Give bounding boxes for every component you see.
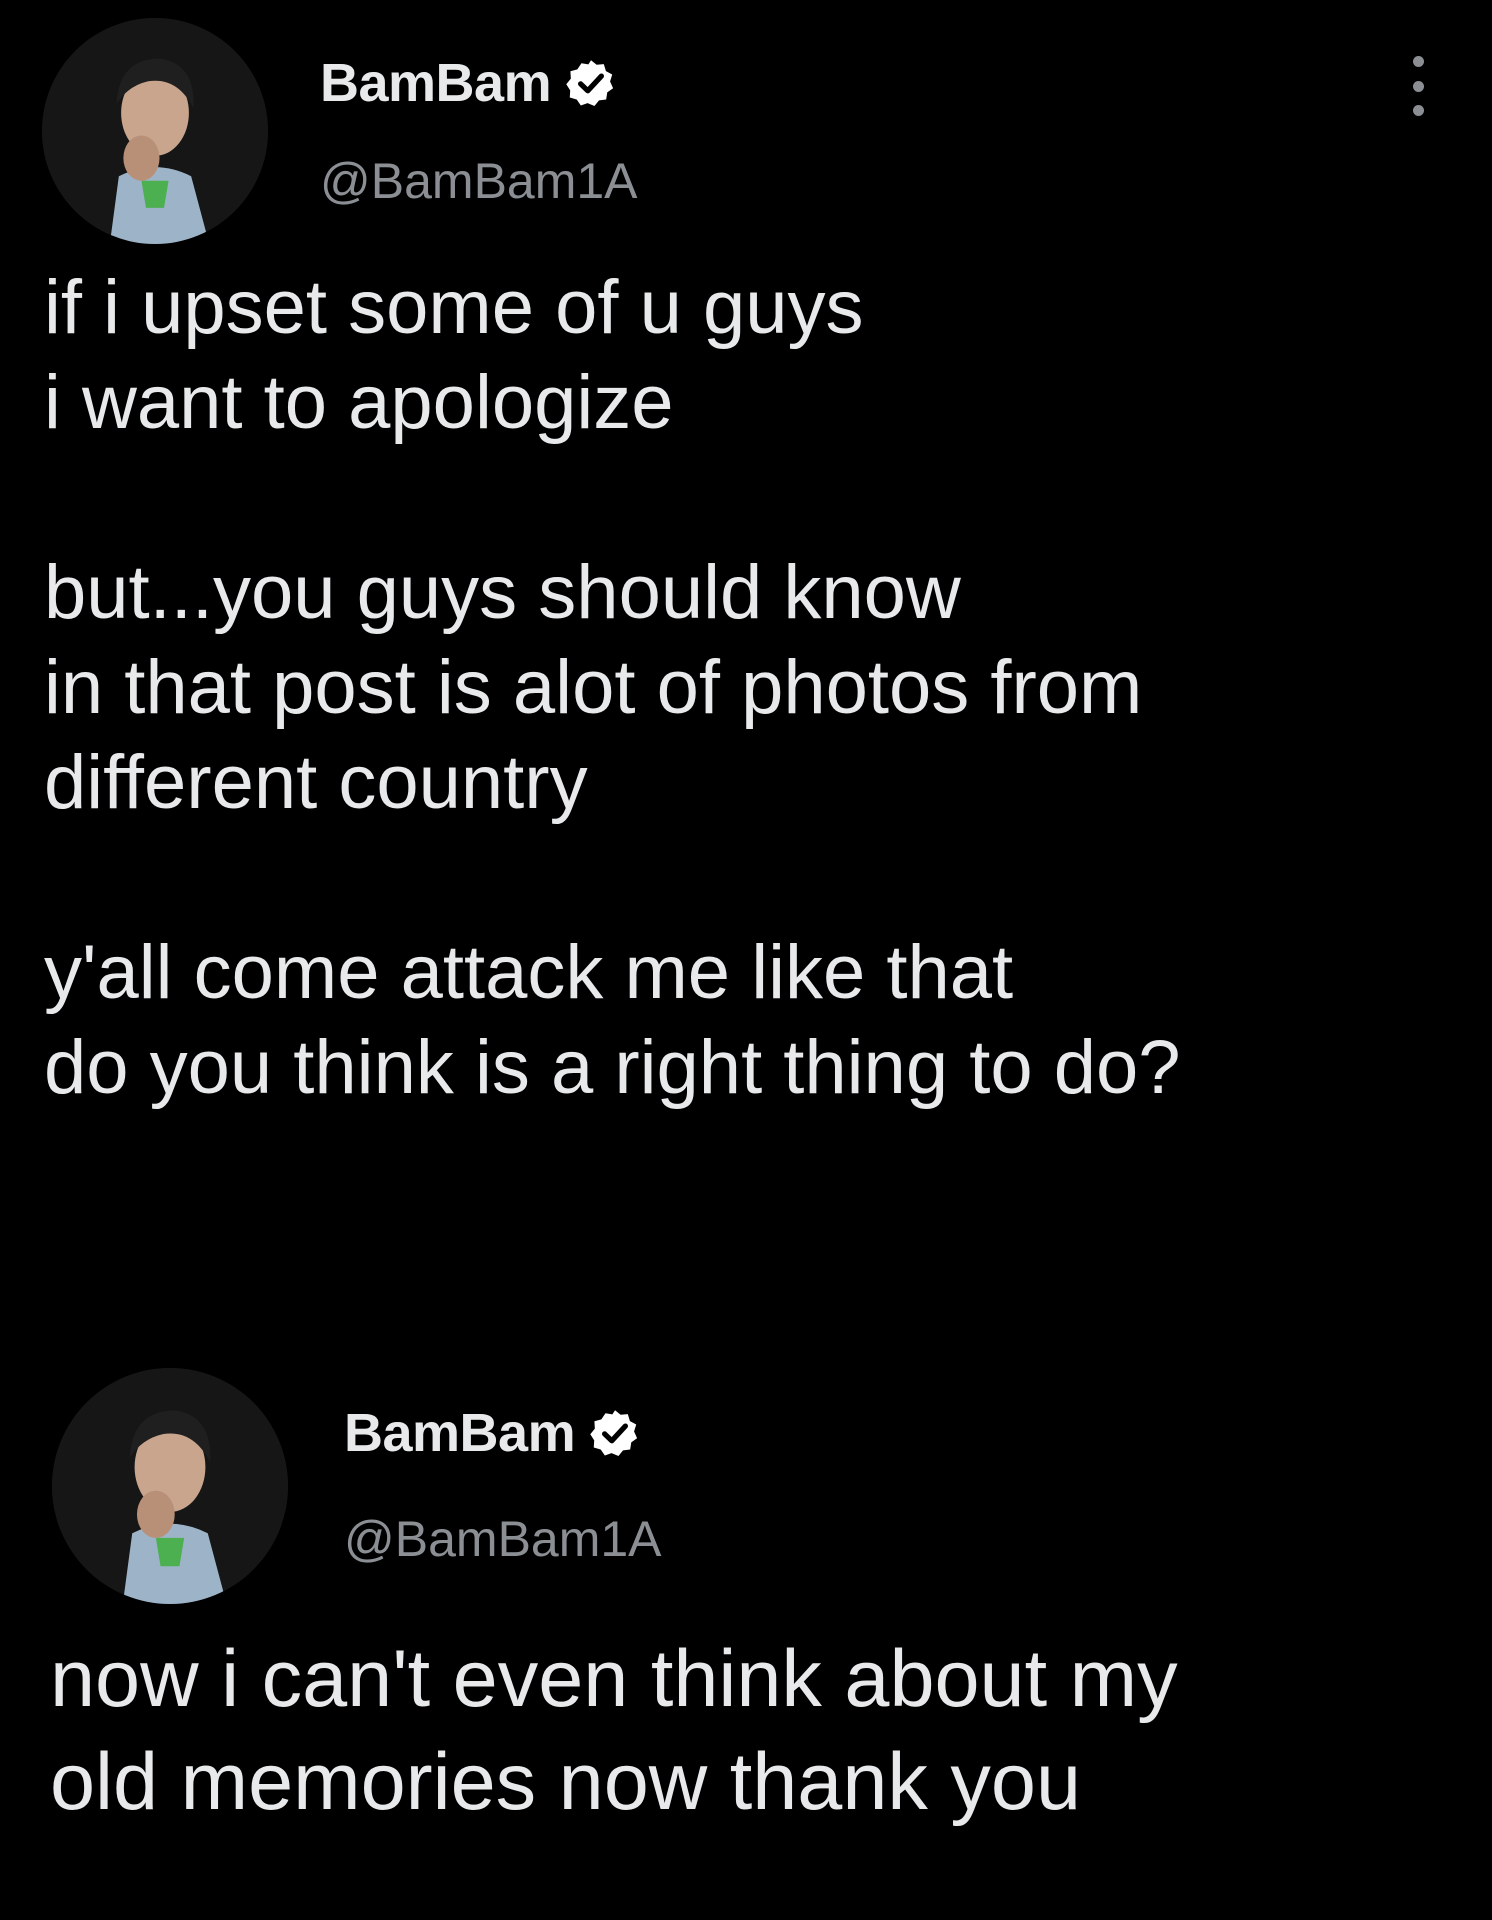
verified-badge-icon: [565, 57, 617, 109]
author-display-name[interactable]: BamBam: [320, 52, 552, 114]
more-dot: [1412, 80, 1424, 92]
author-name-row[interactable]: BamBam: [344, 1402, 641, 1464]
avatar[interactable]: [42, 18, 268, 244]
more-dot: [1412, 105, 1424, 116]
avatar[interactable]: [52, 1368, 288, 1604]
tweet-text: now i can't even think about my old memo…: [50, 1634, 1178, 1827]
more-vertical-icon: [1412, 56, 1424, 67]
author-handle[interactable]: @BamBam1A: [320, 152, 638, 210]
more-options-button[interactable]: [1398, 56, 1438, 116]
verified-badge-icon: [589, 1407, 641, 1459]
profile-photo-icon: [52, 1368, 288, 1604]
author-display-name[interactable]: BamBam: [344, 1402, 576, 1464]
author-handle[interactable]: @BamBam1A: [344, 1510, 662, 1568]
profile-photo-icon: [42, 18, 268, 244]
tweet[interactable]: BamBam @BamBam1A if i upset some of u gu…: [0, 0, 1492, 1360]
tweet-text: if i upset some of u guys i want to apol…: [44, 265, 1181, 1110]
author-name-row[interactable]: BamBam: [320, 52, 617, 114]
